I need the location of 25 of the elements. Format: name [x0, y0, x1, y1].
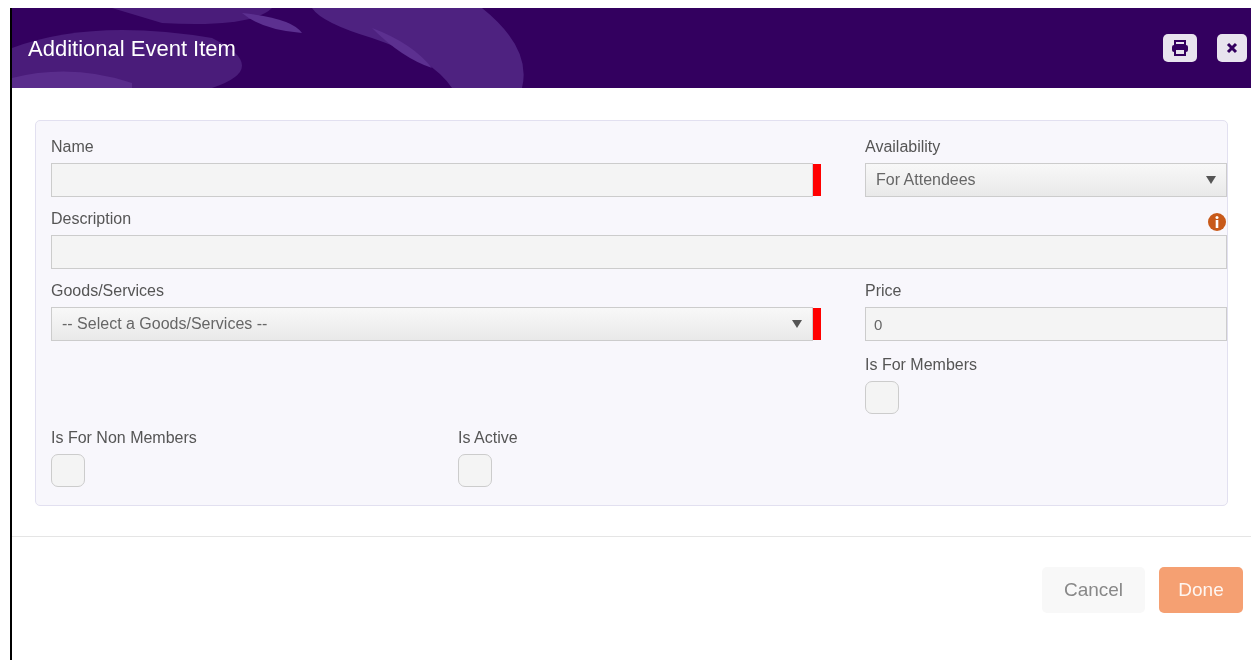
field-label: Goods/Services: [51, 281, 164, 301]
caret-icon: [792, 320, 802, 328]
field-label: Is Active: [458, 428, 519, 448]
dropdown-field[interactable]: For Attendees: [865, 163, 1227, 197]
checkbox[interactable]: [458, 454, 492, 487]
field-label: Is For Non Members: [51, 428, 198, 448]
cancel-button[interactable]: Cancel: [1042, 567, 1145, 613]
dropdown-field[interactable]: -- Select a Goods/Services --: [51, 307, 813, 341]
close-button[interactable]: [1217, 34, 1247, 62]
caret-icon: [1206, 176, 1216, 184]
close-icon: [1226, 42, 1238, 54]
dialog-title: Additional Event Item: [28, 34, 236, 63]
print-button[interactable]: [1163, 34, 1197, 62]
field-label: Description: [51, 209, 132, 229]
field-label: Name: [51, 137, 94, 157]
checkbox[interactable]: [51, 454, 85, 487]
info-icon[interactable]: [1207, 212, 1227, 232]
printer-icon: [1171, 40, 1189, 56]
field-label: Price: [865, 281, 902, 301]
checkbox[interactable]: [865, 381, 899, 414]
input-field[interactable]: 0: [865, 307, 1227, 341]
field-label: Availability: [865, 137, 941, 157]
input-field[interactable]: [51, 163, 813, 197]
input-field[interactable]: [51, 235, 1227, 269]
field-label: Is For Members: [865, 355, 978, 375]
